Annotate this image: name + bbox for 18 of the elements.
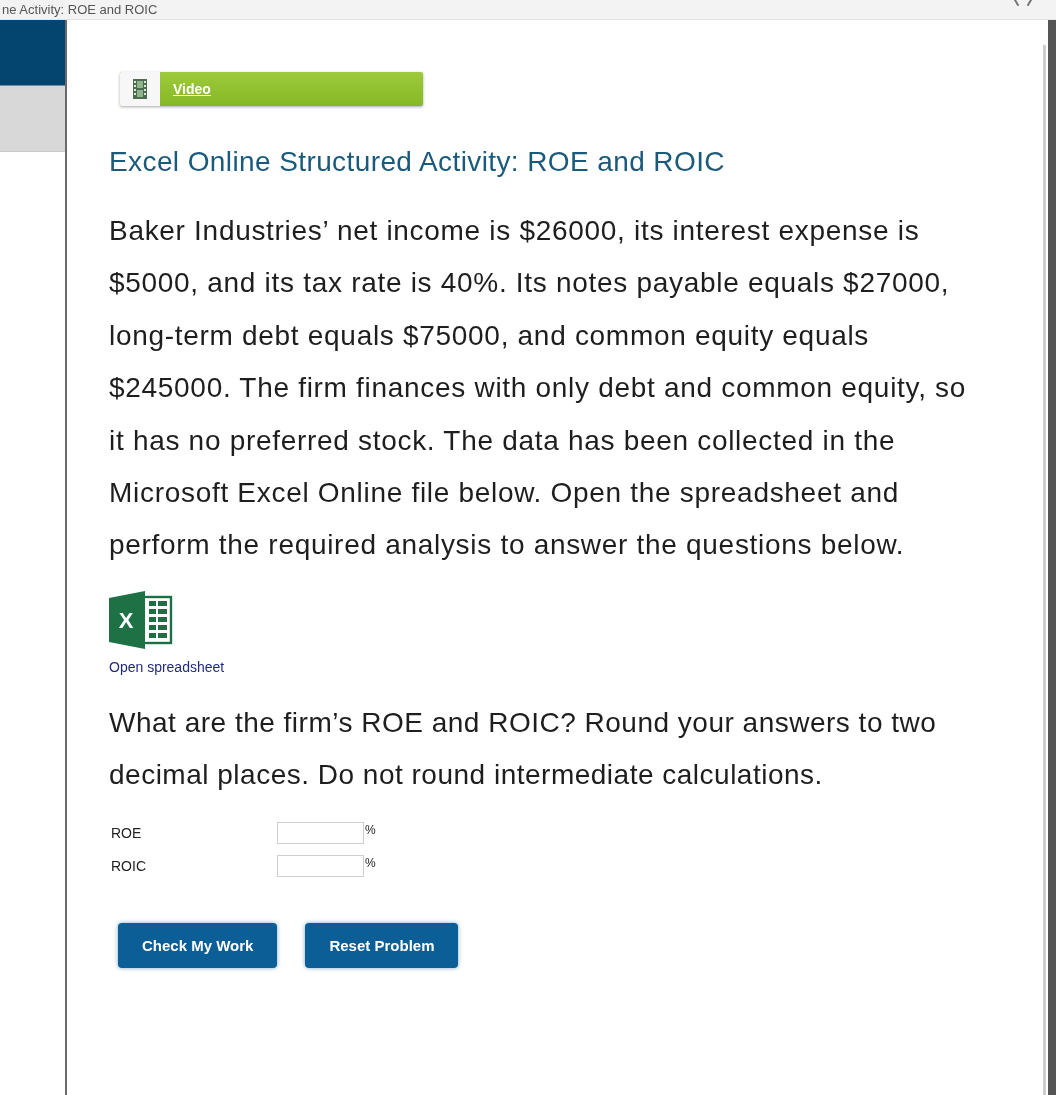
action-button[interactable]: Check My Work — [118, 922, 278, 968]
sidebar-tab[interactable] — [0, 86, 65, 152]
answer-field[interactable] — [277, 821, 364, 844]
window-title: ne Activity: ROE and ROIC — [1, 0, 158, 19]
activity-title: Excel Online Structured Activity: ROE and ROIC — [109, 145, 725, 179]
unit-label: % — [365, 854, 376, 871]
field-label: ROIC — [111, 857, 147, 874]
problem-text: Baker Industries’ net income is $26000, its interest expense is $5000, and its tax rate is 40%. Its notes payable equals $27000, long-term debt equals $75000, and common equity equals $245000. The firm finances with only debt and common equity, so it has no preferred stock. The data has been collected in the Microsoft Excel Online file below. Open the spreadsheet and perform the required analysis to answer the questions below. — [109, 214, 968, 563]
scrollbar[interactable] — [1043, 45, 1046, 1095]
film-strip-icon — [120, 72, 160, 106]
field-label: ROE — [111, 824, 143, 841]
question-text: What are the firm’s ROE and ROIC? Round your answers to two decimal places. Do not round intermediate calculations. — [109, 705, 938, 793]
resize-icon[interactable] — [1014, 0, 1032, 7]
unit-label: % — [365, 821, 376, 838]
action-button[interactable]: Reset Problem — [305, 922, 459, 968]
spreadsheet-link[interactable]: Open spreadsheet — [109, 657, 225, 676]
sidebar-tab[interactable] — [0, 20, 65, 86]
answer-field[interactable] — [277, 854, 364, 877]
